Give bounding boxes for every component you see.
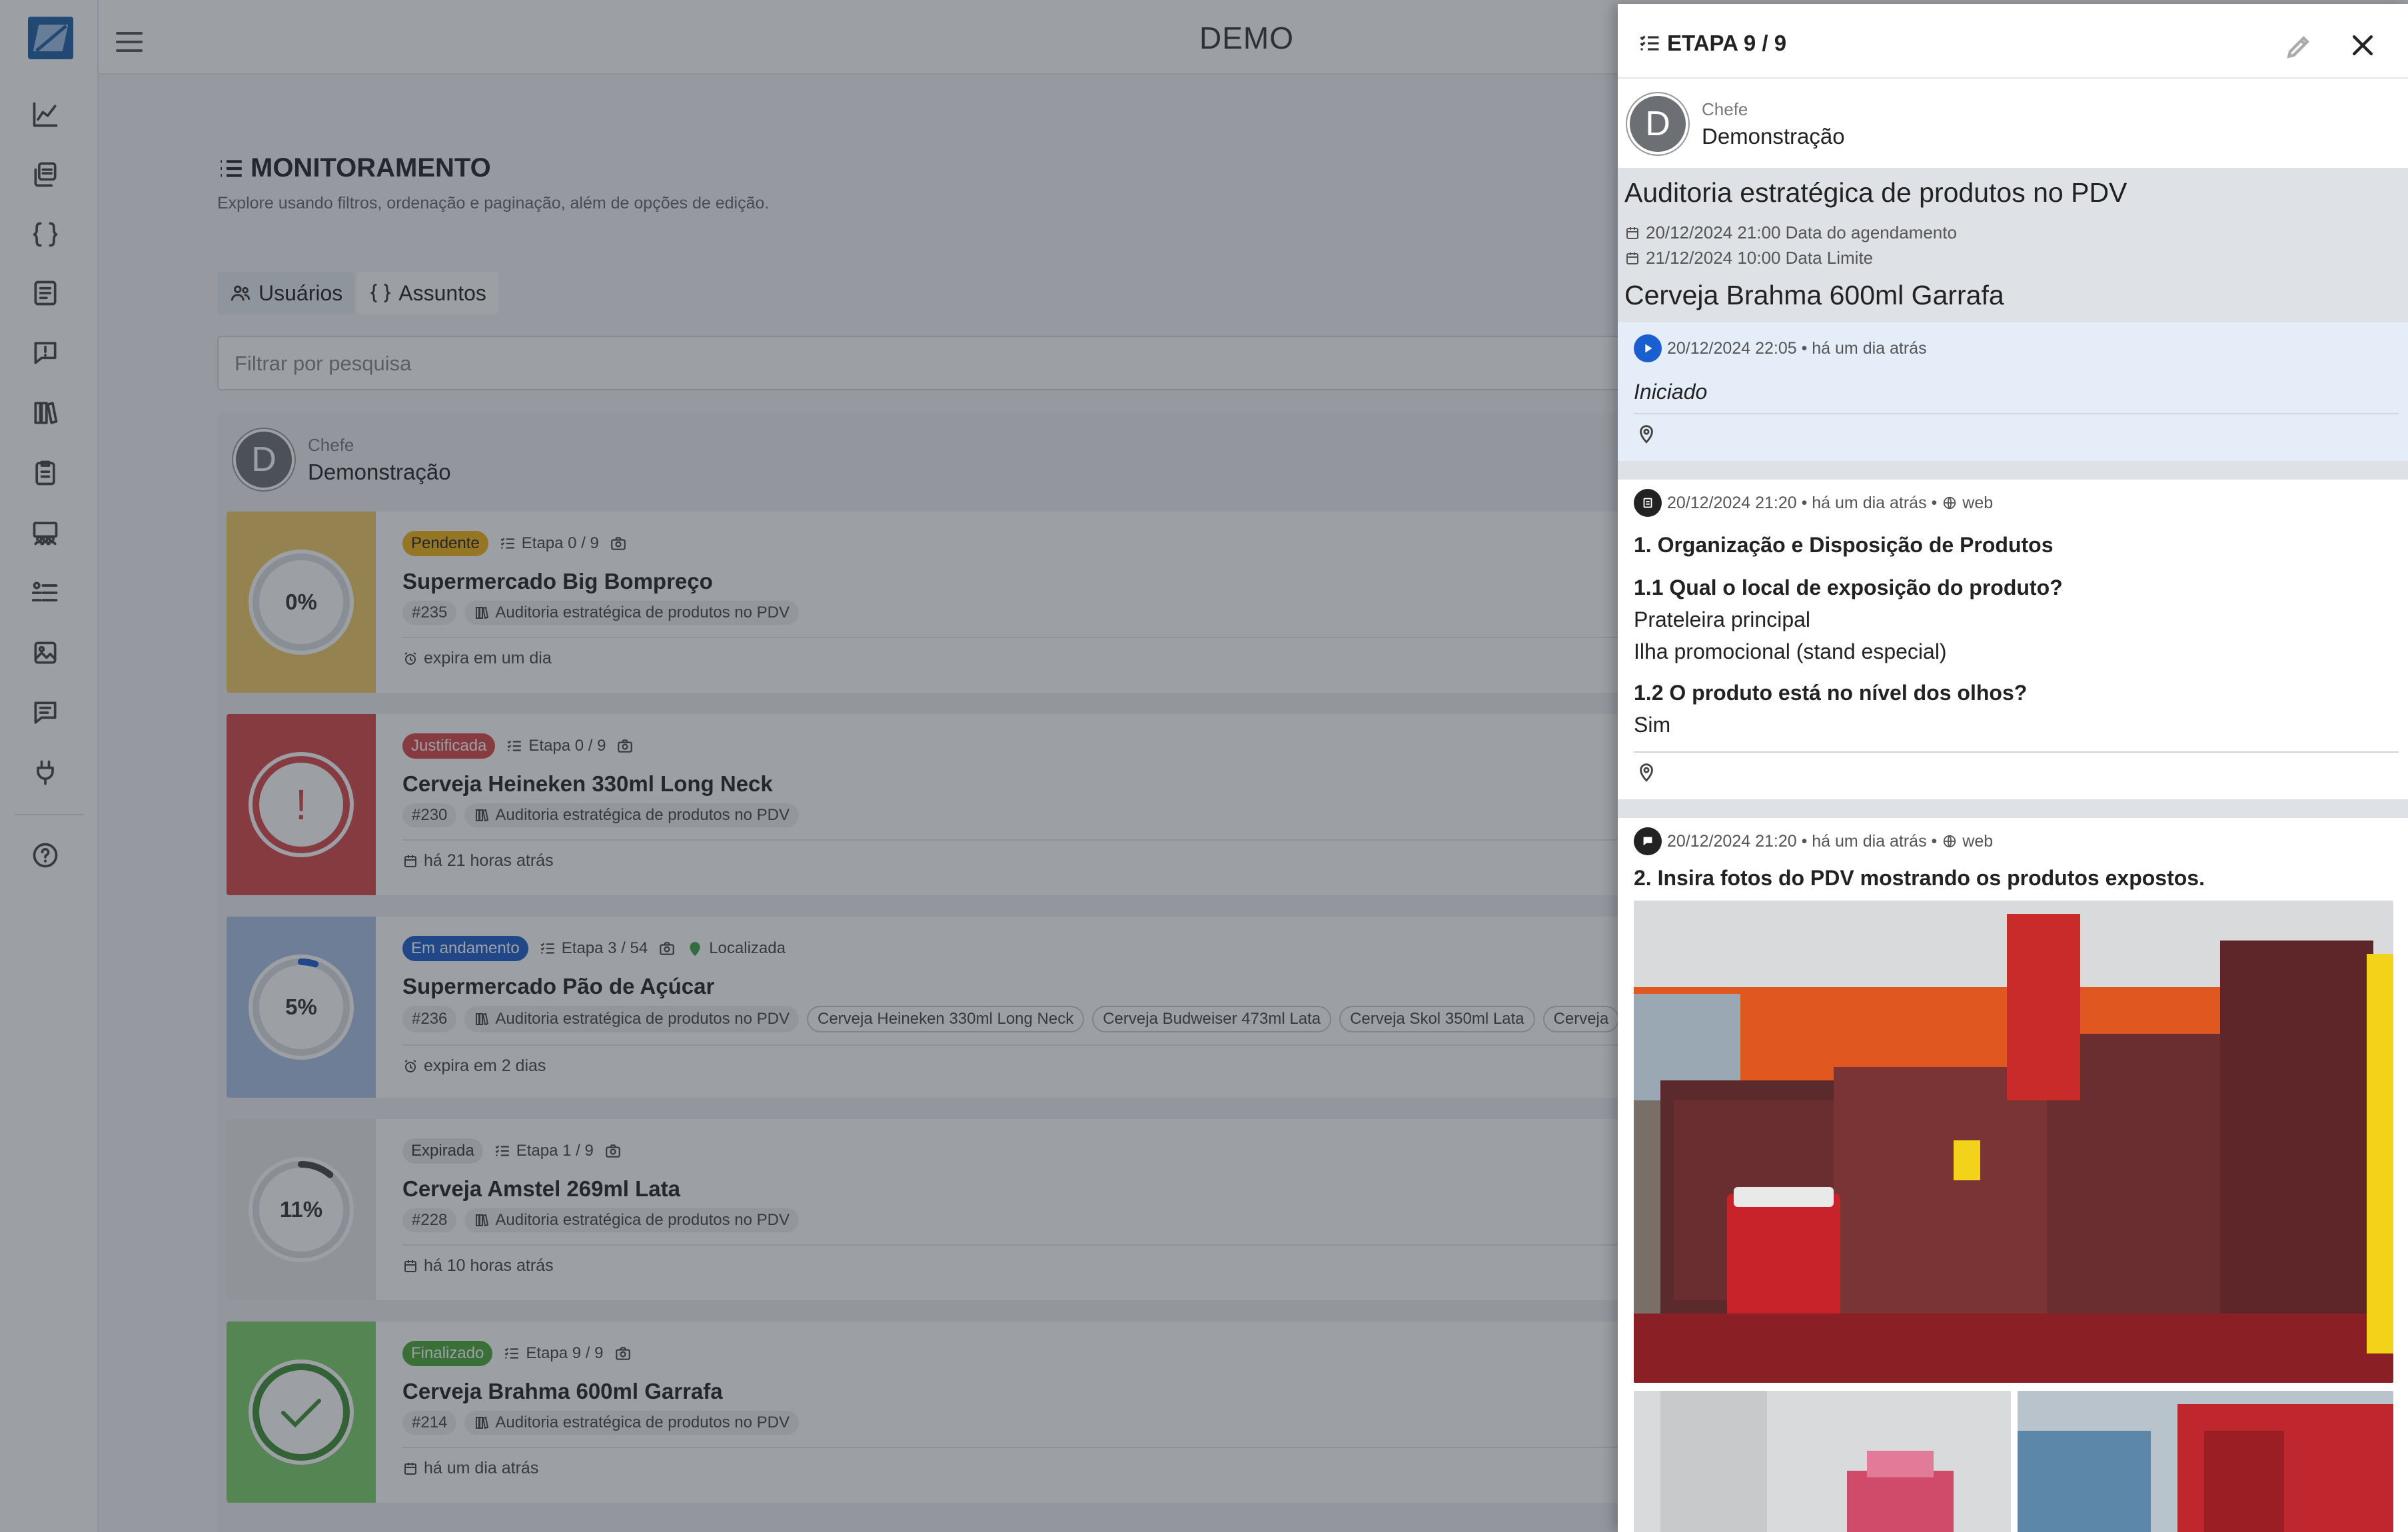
calendar-icon: [1626, 252, 1638, 264]
photo-question: 2. Insira fotos do PDV mostrando os prod…: [1634, 866, 2205, 890]
question-2: 1.2 O produto está no nível dos olhos?: [1634, 681, 2028, 705]
drawer-header: ETAPA 9 / 9: [1618, 4, 2408, 79]
event-time: 20/12/2024 21:20 • há um dia atrás •: [1667, 493, 1938, 512]
drawer-user: D Chefe Demonstração: [1627, 93, 1845, 155]
store-aisle-photo[interactable]: [2018, 1391, 2393, 1532]
event-header: 20/12/2024 21:20 • há um dia atrás • web: [1634, 489, 1993, 517]
deadline-date: 21/12/2024 10:00 Data Limite: [1624, 248, 1873, 268]
form-section-title: 1. Organização e Disposição de Produtos: [1634, 533, 2054, 557]
event-separator: [1618, 799, 2408, 818]
divider: [1634, 413, 2399, 414]
event-source: web: [1962, 493, 1994, 512]
drawer-title-text: ETAPA 9 / 9: [1667, 31, 1787, 55]
event-header: 20/12/2024 22:05 • há um dia atrás: [1634, 334, 1927, 362]
scheduled-date-text: 20/12/2024 21:00 Data do agendamento: [1646, 222, 1957, 242]
play-icon: [1634, 334, 1662, 362]
globe-icon: [1944, 496, 1956, 510]
store-shelf-photo[interactable]: [1634, 1391, 2011, 1532]
divider: [1634, 751, 2399, 753]
location-pin-icon[interactable]: [1635, 761, 1658, 783]
event-header: 20/12/2024 21:20 • há um dia atrás • web: [1634, 827, 1993, 855]
avatar: D: [1627, 93, 1688, 155]
form-icon: [1634, 489, 1662, 517]
answer-1-1: Prateleira principal: [1634, 607, 1811, 631]
checklist-icon: [1640, 35, 1659, 51]
event-separator: [1618, 461, 2408, 480]
drawer-title: ETAPA 9 / 9: [1638, 31, 1786, 56]
event-status: Iniciado: [1634, 380, 1708, 404]
chat-bubble-icon: [1634, 827, 1662, 855]
event-photos: 20/12/2024 21:20 • há um dia atrás • web…: [1618, 818, 2408, 1532]
task-title: Auditoria estratégica de produtos no PDV: [1624, 177, 2127, 208]
event-started: 20/12/2024 22:05 • há um dia atrás Inici…: [1618, 322, 2408, 461]
store-display-photo[interactable]: [1634, 901, 2393, 1383]
event-source: web: [1962, 831, 1994, 851]
close-icon[interactable]: [2348, 31, 2377, 60]
user-name: Demonstração: [1702, 123, 1845, 149]
answer-1-2: Ilha promocional (stand especial): [1634, 639, 1947, 663]
task-subject: Cerveja Brahma 600ml Garrafa: [1624, 280, 2004, 310]
scheduled-date: 20/12/2024 21:00 Data do agendamento: [1624, 222, 1957, 243]
event-time: 20/12/2024 22:05 • há um dia atrás: [1667, 338, 1927, 358]
event-time: 20/12/2024 21:20 • há um dia atrás •: [1667, 831, 1938, 851]
edit-icon[interactable]: [2284, 32, 2313, 61]
event-form-answer: 20/12/2024 21:20 • há um dia atrás • web…: [1618, 480, 2408, 799]
location-pin-icon[interactable]: [1635, 422, 1658, 445]
user-role: Chefe: [1702, 99, 1748, 119]
answer-2: Sim: [1634, 713, 1671, 737]
question-1: 1.1 Qual o local de exposição do produto…: [1634, 575, 2063, 599]
calendar-icon: [1626, 226, 1638, 239]
deadline-date-text: 21/12/2024 10:00 Data Limite: [1646, 248, 1874, 268]
globe-icon: [1944, 835, 1956, 848]
task-summary: Auditoria estratégica de produtos no PDV…: [1618, 168, 2408, 322]
step-detail-drawer: ETAPA 9 / 9 D Chefe Demonstração Auditor…: [1618, 4, 2408, 1532]
